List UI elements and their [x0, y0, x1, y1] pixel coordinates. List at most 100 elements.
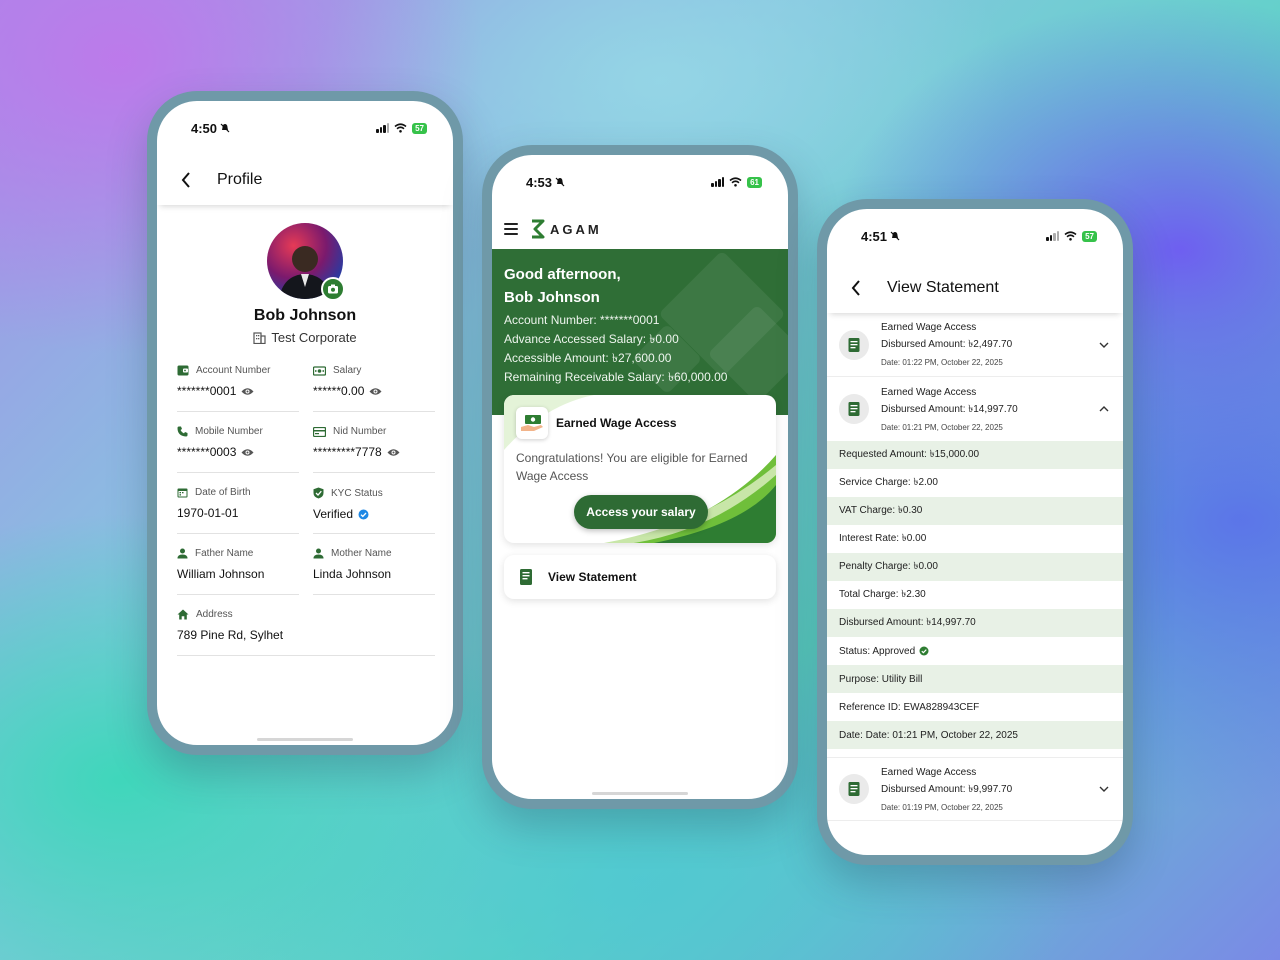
receipt-icon	[520, 569, 532, 585]
accessible-amount: Accessible Amount: ৳27,600.00	[504, 351, 672, 365]
field-label: Salary	[333, 365, 362, 376]
person-icon	[313, 548, 324, 559]
chevron-down-icon[interactable]	[1097, 338, 1111, 352]
profile-name: Bob Johnson	[253, 307, 357, 324]
eye-icon[interactable]	[241, 448, 254, 457]
corporate-label: Test Corporate	[157, 330, 453, 345]
menu-icon[interactable]	[504, 223, 518, 235]
ewa-message: Congratulations! You are eligible for Ea…	[516, 451, 748, 483]
field-value: *******0001	[177, 384, 237, 398]
profile-screen: 4:50 57 Profile Bob Johnson Test Corpora…	[157, 101, 453, 745]
wallet-icon	[177, 365, 189, 376]
advance-accessed: Advance Accessed Salary: ৳0.00	[504, 332, 679, 346]
status-bar: 4:51 57	[827, 209, 1123, 263]
field-mobile-number: Mobile Number *******0003	[177, 424, 299, 473]
profile-phone: 4:50 57 Profile Bob Johnson Test Corpora…	[147, 91, 463, 755]
transaction-item[interactable]: Earned Wage Access Disbursed Amount: ৳9,…	[827, 757, 1123, 821]
ewa-card: Earned Wage Access Congratulations! You …	[504, 395, 776, 543]
detail-row: Interest Rate: ৳0.00	[839, 532, 927, 544]
transaction-item[interactable]: Earned Wage Access Disbursed Amount: ৳14…	[827, 377, 1123, 441]
bell-mute-icon	[555, 177, 565, 187]
user-name: Bob Johnson	[504, 289, 600, 306]
detail-row: Purpose: Utility Bill	[827, 665, 1123, 693]
calendar-icon	[177, 488, 188, 498]
person-icon	[177, 548, 188, 559]
battery-icon: 57	[412, 122, 427, 134]
field-value: *********7778	[313, 445, 382, 459]
transaction-type: Earned Wage Access	[881, 322, 977, 333]
transaction-type: Earned Wage Access	[881, 766, 977, 778]
statement-screen: 4:51 57 View Statement Earned Wage Acces…	[827, 209, 1123, 855]
receipt-icon	[839, 394, 869, 424]
transaction-item[interactable]: Earned Wage Access Disbursed Amount: ৳2,…	[827, 313, 1123, 377]
field-nid-number: Nid Number *********7778	[313, 424, 435, 473]
transaction-date: Date: 01:22 PM, October 22, 2025	[881, 358, 1003, 367]
chevron-down-icon[interactable]	[1097, 782, 1111, 796]
access-salary-button[interactable]: Access your salary	[574, 495, 708, 529]
back-arrow-icon[interactable]	[847, 279, 865, 297]
id-card-icon	[313, 426, 326, 437]
field-label: Mobile Number	[195, 426, 263, 437]
field-salary: Salary ******0.00	[313, 363, 435, 412]
signal-icon	[711, 177, 725, 187]
detail-row: Disbursed Amount: ৳14,997.70	[827, 609, 1123, 637]
detail-row: Penalty Charge: ৳0.00	[827, 553, 1123, 581]
home-indicator	[257, 738, 353, 741]
greeting: Good afternoon,	[504, 266, 621, 283]
field-kyc-status: KYC Status Verified	[313, 485, 435, 534]
agam-logo-icon	[532, 219, 545, 239]
status-time: 4:51	[861, 228, 888, 244]
field-label: Nid Number	[333, 426, 387, 437]
field-value: ******0.00	[313, 384, 365, 398]
camera-icon[interactable]	[321, 277, 345, 301]
statement-header: View Statement	[827, 263, 1123, 313]
hero-banner: Good afternoon, Bob Johnson Account Numb…	[492, 249, 788, 415]
home-indicator	[592, 792, 688, 795]
field-value: *******0003	[177, 445, 237, 459]
page-title: View Statement	[887, 279, 999, 296]
logo-text: AGAM	[550, 221, 602, 237]
transaction-date: Date: 01:21 PM, October 22, 2025	[881, 422, 1003, 432]
ewa-title: Earned Wage Access	[556, 416, 677, 430]
detail-row: Date: Date: 01:21 PM, October 22, 2025	[827, 721, 1123, 749]
detail-row: Reference ID: EWA828943CEF	[839, 701, 980, 713]
field-mother-name: Mother Name Linda Johnson	[313, 546, 435, 595]
cash-hand-icon	[516, 407, 548, 439]
status-bar: 4:50 57	[157, 101, 453, 155]
detail-row: Service Charge: ৳2.00	[839, 476, 938, 488]
eye-icon[interactable]	[241, 387, 254, 396]
building-icon	[253, 331, 266, 344]
detail-row-status: Status: Approved	[827, 637, 1123, 665]
profile-fields: Account Number *******0001 Salary ******…	[157, 363, 453, 668]
shield-check-icon	[313, 487, 324, 499]
wifi-icon	[1064, 231, 1077, 241]
check-circle-icon	[919, 646, 929, 656]
receipt-icon	[839, 774, 869, 804]
eye-icon[interactable]	[387, 448, 400, 457]
field-label: Account Number	[196, 365, 271, 376]
detail-row: Requested Amount: ৳15,000.00	[827, 441, 1123, 469]
statement-phone: 4:51 57 View Statement Earned Wage Acces…	[817, 199, 1133, 865]
signal-icon	[376, 123, 390, 133]
status-time: 4:50	[191, 120, 218, 136]
eye-icon[interactable]	[369, 387, 382, 396]
field-account-number: Account Number *******0001	[177, 363, 299, 412]
home-icon	[177, 609, 189, 620]
profile-header: Profile	[157, 155, 453, 205]
transaction-date: Date: 01:19 PM, October 22, 2025	[881, 802, 1003, 812]
status-time: 4:53	[526, 174, 553, 190]
transaction-details: Requested Amount: ৳15,000.00 Service Cha…	[827, 441, 1123, 749]
money-icon	[313, 365, 326, 376]
field-value: Linda Johnson	[313, 567, 392, 581]
field-label: Date of Birth	[195, 487, 251, 498]
view-statement-card[interactable]: View Statement	[504, 555, 776, 599]
detail-row: Total Charge: ৳2.30	[839, 588, 926, 600]
chevron-up-icon[interactable]	[1097, 402, 1111, 416]
field-father-name: Father Name William Johnson	[177, 546, 299, 595]
receipt-icon	[839, 329, 869, 360]
avatar-container	[267, 223, 345, 301]
transaction-type: Earned Wage Access	[881, 386, 977, 398]
field-label: Mother Name	[331, 548, 392, 559]
back-arrow-icon[interactable]	[177, 171, 195, 189]
field-value: 789 Pine Rd, Sylhet	[177, 628, 284, 642]
